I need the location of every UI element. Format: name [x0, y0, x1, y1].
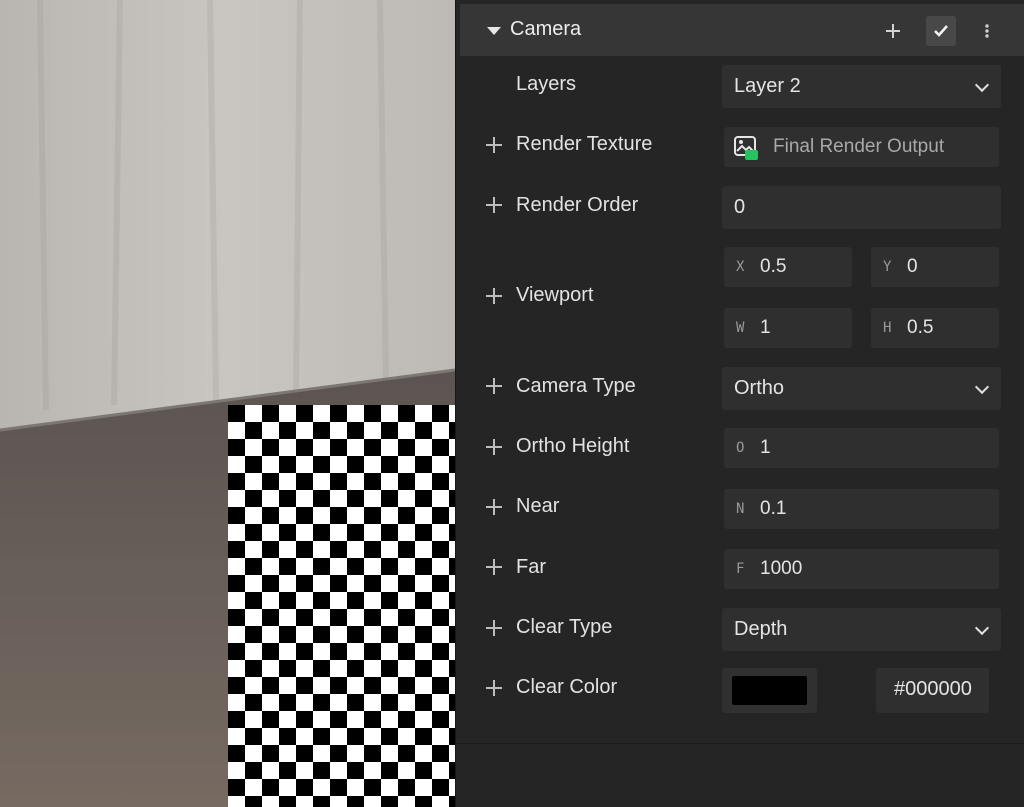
viewport-x-input[interactable]: X 0.5 [724, 247, 852, 287]
render-texture-value: Final Render Output [773, 136, 945, 157]
plus-icon[interactable] [486, 559, 502, 575]
plus-icon[interactable] [486, 378, 502, 394]
ortho-height-input[interactable]: O 1 [724, 428, 999, 468]
chevron-down-icon [974, 77, 990, 92]
camera-component-header[interactable]: Camera [460, 4, 1024, 56]
enable-toggle-button[interactable] [926, 16, 956, 46]
near-input[interactable]: N 0.1 [724, 489, 999, 529]
camera-type-select[interactable]: Ortho [722, 367, 1001, 410]
checkerboard-render-overlay [228, 405, 455, 807]
render-order-value: 0 [734, 196, 746, 218]
render-texture-field[interactable]: Final Render Output [724, 127, 999, 167]
x-axis-label: X [736, 259, 745, 275]
plus-icon[interactable] [486, 197, 502, 213]
render-order-input[interactable]: 0 [722, 186, 1001, 229]
near-label: Near [516, 495, 560, 517]
far-value: 1000 [760, 558, 803, 579]
clear-type-value: Depth [734, 618, 788, 640]
inspector-panel: Camera Layers Layer 2 Render Texture Fin… [455, 0, 1024, 807]
plus-icon[interactable] [486, 288, 502, 304]
h-axis-label: H [883, 320, 892, 336]
far-input[interactable]: F 1000 [724, 549, 999, 589]
caret-down-icon[interactable] [487, 27, 501, 35]
camera-type-label: Camera Type [516, 375, 636, 397]
clear-type-label: Clear Type [516, 616, 613, 638]
more-vertical-icon [985, 24, 989, 38]
near-axis-label: N [736, 501, 745, 517]
viewport-w-value: 1 [760, 317, 771, 338]
ortho-height-label: Ortho Height [516, 435, 630, 457]
w-axis-label: W [736, 320, 745, 336]
scene-viewport[interactable] [0, 0, 455, 807]
component-title: Camera [510, 18, 582, 40]
viewport-x-value: 0.5 [760, 256, 787, 277]
clear-color-hex-input[interactable]: #000000 [876, 668, 989, 713]
plus-icon[interactable] [486, 620, 502, 636]
plus-icon [886, 24, 900, 38]
far-label: Far [516, 556, 546, 578]
clear-type-select[interactable]: Depth [722, 608, 1001, 651]
viewport-h-value: 0.5 [907, 317, 934, 338]
ortho-height-value: 1 [760, 437, 771, 458]
check-icon [934, 25, 948, 37]
y-axis-label: Y [883, 259, 892, 275]
texture-asset-icon [734, 136, 758, 160]
viewport-h-input[interactable]: H 0.5 [871, 308, 999, 348]
ortho-axis-label: O [736, 440, 745, 456]
plus-icon[interactable] [486, 499, 502, 515]
chevron-down-icon [974, 379, 990, 394]
layers-label: Layers [516, 73, 577, 95]
plus-icon[interactable] [486, 680, 502, 696]
clear-color-hex-value: #000000 [894, 678, 972, 700]
scene-preview-image [0, 0, 455, 807]
clear-color-label: Clear Color [516, 676, 618, 698]
layers-value: Layer 2 [734, 75, 801, 97]
plus-icon[interactable] [486, 137, 502, 153]
far-axis-label: F [736, 561, 745, 577]
viewport-y-value: 0 [907, 256, 918, 277]
section-divider [456, 743, 1024, 744]
camera-type-value: Ortho [734, 377, 785, 399]
viewport-w-input[interactable]: W 1 [724, 308, 852, 348]
near-value: 0.1 [760, 498, 787, 519]
chevron-down-icon [974, 620, 990, 635]
viewport-label: Viewport [516, 284, 594, 306]
color-swatch [732, 676, 807, 705]
plus-icon[interactable] [486, 439, 502, 455]
add-property-button[interactable] [878, 16, 908, 46]
clear-color-swatch-button[interactable] [722, 668, 817, 713]
render-texture-label: Render Texture [516, 133, 653, 155]
layers-select[interactable]: Layer 2 [722, 65, 1001, 108]
editor-root: Camera Layers Layer 2 Render Texture Fin… [0, 0, 1024, 807]
render-order-label: Render Order [516, 194, 639, 216]
more-options-button[interactable] [972, 16, 1002, 46]
viewport-y-input[interactable]: Y 0 [871, 247, 999, 287]
